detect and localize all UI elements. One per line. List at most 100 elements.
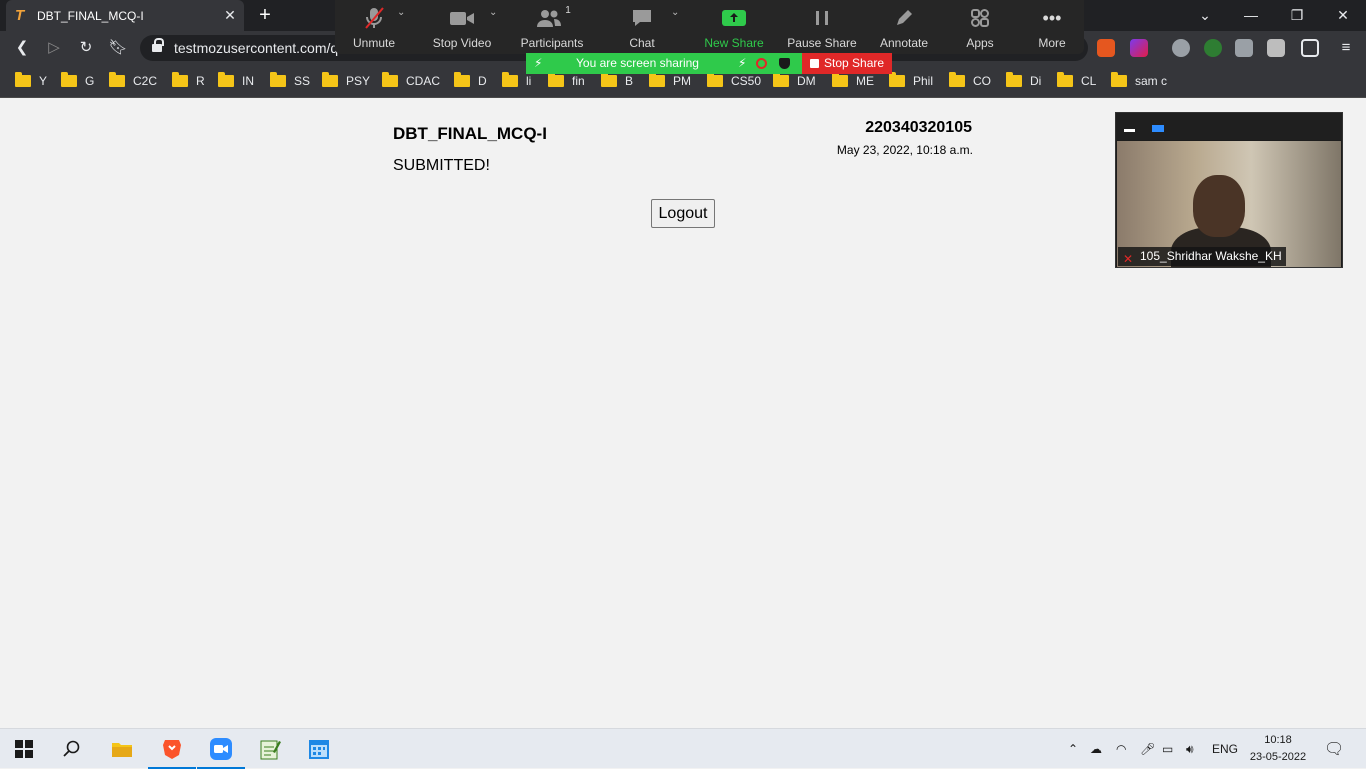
folder-icon bbox=[454, 72, 470, 87]
pause-share-button[interactable]: Pause Share bbox=[787, 0, 857, 54]
back-button[interactable]: ❮ bbox=[9, 36, 35, 60]
bookmark-folder[interactable]: ME bbox=[832, 72, 874, 89]
brave-rewards-icon[interactable] bbox=[1130, 39, 1148, 57]
folder-icon bbox=[322, 72, 338, 87]
new-tab-button[interactable]: + bbox=[254, 3, 276, 27]
browser-tab[interactable]: T DBT_FINAL_MCQ-I ✕ bbox=[6, 0, 244, 31]
stop-video-button[interactable]: Stop Video bbox=[429, 0, 495, 54]
bookmark-folder[interactable]: CS50 bbox=[707, 72, 761, 89]
minimize-video-icon[interactable] bbox=[1124, 129, 1135, 132]
annotate-button[interactable]: Annotate bbox=[871, 0, 937, 54]
reload-button[interactable]: ↻ bbox=[73, 36, 99, 60]
forward-button[interactable]: ▷ bbox=[41, 36, 67, 60]
wifi-icon[interactable]: ◠ bbox=[1116, 729, 1126, 769]
input-language[interactable]: ENG bbox=[1212, 729, 1238, 769]
share-screen-icon bbox=[699, 0, 769, 36]
more-button[interactable]: ••• More bbox=[1019, 0, 1085, 54]
bookmark-folder[interactable]: IN bbox=[218, 72, 254, 89]
close-tab-icon[interactable]: ✕ bbox=[222, 7, 238, 24]
participant-name-tag: ✕ 105_Shridhar Wakshe_KH bbox=[1118, 247, 1286, 266]
volume-icon[interactable]: 🔊︎ bbox=[1186, 729, 1194, 769]
participants-button[interactable]: 1 Participants bbox=[519, 0, 585, 54]
zoom-video-panel[interactable]: ✕ 105_Shridhar Wakshe_KH bbox=[1115, 112, 1343, 268]
folder-icon bbox=[172, 72, 188, 87]
folder-icon bbox=[548, 72, 564, 87]
close-window-button[interactable]: ✕ bbox=[1320, 0, 1366, 31]
bookmark-folder[interactable]: B bbox=[601, 72, 633, 89]
bookmark-folder[interactable]: Y bbox=[15, 72, 47, 89]
video-camera-icon bbox=[429, 0, 495, 36]
chat-options-chevron-icon[interactable]: ⌄ bbox=[671, 7, 679, 18]
bookmark-folder[interactable]: C2C bbox=[109, 72, 157, 89]
bookmark-folder[interactable]: Di bbox=[1006, 72, 1041, 89]
zoom-app-icon bbox=[210, 738, 232, 760]
new-share-button[interactable]: New Share bbox=[699, 0, 769, 54]
bookmark-folder[interactable]: CO bbox=[949, 72, 991, 89]
chat-button[interactable]: Chat bbox=[609, 0, 675, 54]
bookmark-folder[interactable]: D bbox=[454, 72, 487, 89]
video-options-chevron-icon[interactable]: ⌄ bbox=[489, 7, 497, 18]
start-button[interactable] bbox=[0, 729, 48, 769]
mic-muted-icon: ⚡ bbox=[738, 56, 747, 70]
lock-icon bbox=[152, 38, 164, 53]
audio-options-chevron-icon[interactable]: ⌄ bbox=[397, 7, 405, 18]
wallet-icon[interactable] bbox=[1301, 39, 1319, 57]
bookmark-folder[interactable]: DM bbox=[773, 72, 816, 89]
show-hidden-icons-chevron-icon[interactable]: ⌃ bbox=[1068, 729, 1078, 769]
url-text: testmozusercontent.com/q/ bbox=[174, 40, 343, 56]
restore-window-button[interactable]: ❐ bbox=[1274, 0, 1320, 31]
bookmark-folder[interactable]: PM bbox=[649, 72, 691, 89]
testmoz-favicon-icon: T bbox=[15, 6, 25, 24]
audio-share-icon: ⚡ bbox=[534, 56, 543, 70]
apps-icon bbox=[947, 0, 1013, 36]
search-button[interactable] bbox=[48, 729, 96, 769]
calendar-app-button[interactable] bbox=[295, 729, 343, 769]
system-clock[interactable]: 10:18 23-05-2022 bbox=[1248, 732, 1308, 766]
submission-date: May 23, 2022, 10:18 a.m. bbox=[836, 143, 973, 157]
bookmark-folder[interactable]: PSY bbox=[322, 72, 370, 89]
file-explorer-icon bbox=[112, 743, 132, 757]
battery-icon[interactable]: ▭ bbox=[1162, 729, 1173, 769]
bookmark-folder[interactable]: G bbox=[61, 72, 94, 89]
search-icon bbox=[63, 740, 80, 757]
bookmark-folder[interactable]: li bbox=[502, 72, 531, 89]
quiz-title: DBT_FINAL_MCQ-I bbox=[393, 124, 547, 143]
apps-label: Apps bbox=[966, 36, 994, 50]
extensions-puzzle-icon[interactable] bbox=[1267, 39, 1285, 57]
file-explorer-button[interactable] bbox=[98, 729, 146, 769]
bookmark-folder[interactable]: SS bbox=[270, 72, 310, 89]
logout-button[interactable]: Logout bbox=[651, 199, 715, 228]
zoom-meeting-toolbar: Unmute ⌄ Stop Video ⌄ 1 Participants Cha… bbox=[335, 0, 1084, 54]
folder-icon bbox=[601, 72, 617, 87]
folder-icon bbox=[773, 72, 789, 87]
shield-extension-icon[interactable] bbox=[1235, 39, 1253, 57]
folder-icon bbox=[1006, 72, 1022, 87]
microphone-icon[interactable]: 🎤︎ bbox=[1140, 729, 1155, 769]
menu-icon[interactable]: ≡ bbox=[1333, 36, 1359, 60]
bookmark-folder[interactable]: fin bbox=[548, 72, 585, 89]
tab-search-chevron-icon[interactable]: ⌄ bbox=[1182, 0, 1228, 31]
notepad-app-button[interactable] bbox=[246, 729, 294, 769]
folder-icon bbox=[1057, 72, 1073, 87]
bookmark-icon[interactable]: 🔖︎ bbox=[105, 36, 131, 60]
extension-icon[interactable] bbox=[1172, 39, 1190, 57]
bookmark-folder[interactable]: CL bbox=[1057, 72, 1096, 89]
bookmark-folder[interactable]: Phil bbox=[889, 72, 933, 89]
notifications-icon[interactable]: 🗨︎ bbox=[1324, 729, 1344, 769]
extension-green-icon[interactable] bbox=[1204, 39, 1222, 57]
brave-shields-icon[interactable] bbox=[1097, 39, 1115, 57]
apps-button[interactable]: Apps bbox=[947, 0, 1013, 54]
bookmark-folder[interactable]: CDAC bbox=[382, 72, 440, 89]
zoom-app-button[interactable] bbox=[197, 729, 245, 769]
stop-share-button[interactable]: Stop Share bbox=[802, 53, 892, 74]
screen-sharing-status-bar[interactable]: ⚡ You are screen sharing ⚡ bbox=[526, 53, 802, 74]
brave-browser-button[interactable] bbox=[148, 729, 196, 769]
security-shield-icon bbox=[779, 58, 790, 69]
minimize-window-button[interactable]: — bbox=[1228, 0, 1274, 31]
onedrive-cloud-icon[interactable]: ☁ bbox=[1090, 729, 1102, 769]
video-layout-icon[interactable] bbox=[1152, 125, 1164, 132]
more-label: More bbox=[1038, 36, 1066, 50]
pencil-icon bbox=[871, 0, 937, 36]
bookmark-folder[interactable]: R bbox=[172, 72, 205, 89]
bookmark-folder[interactable]: sam c bbox=[1111, 72, 1167, 89]
